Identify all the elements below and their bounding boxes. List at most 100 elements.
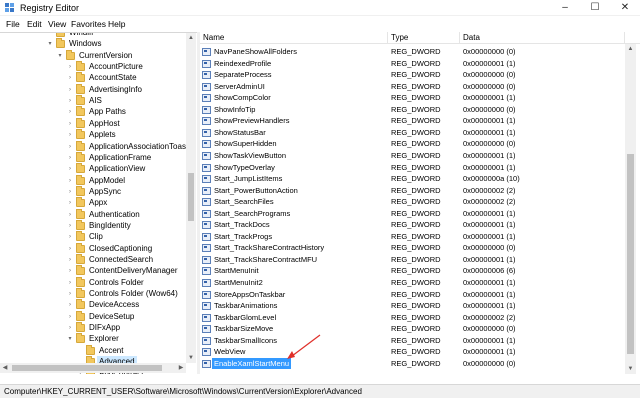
tree-item[interactable]: › ContentDeliveryManager <box>0 265 185 277</box>
chevron-right-icon[interactable]: › <box>66 299 74 311</box>
tree-item[interactable]: › Controls Folder <box>0 276 185 289</box>
tree-item[interactable]: › Authentication <box>0 208 185 221</box>
list-row[interactable]: ShowTypeOverlay REG_DWORD 0x00000001 (1) <box>200 162 625 174</box>
values-list[interactable]: Name Type Data NavPaneShowAllFolders REG_… <box>200 32 640 374</box>
menu-view[interactable]: View <box>48 19 66 29</box>
chevron-right-icon[interactable]: › <box>66 254 74 266</box>
scroll-down-arrow-icon[interactable]: ▼ <box>186 353 196 363</box>
tree-item[interactable]: › AppModel <box>0 174 185 187</box>
chevron-right-icon[interactable]: › <box>66 322 74 334</box>
tree-item[interactable]: ▾ CurrentVersion <box>0 49 185 62</box>
list-row[interactable]: StartMenuInit2 REG_DWORD 0x00000001 (1) <box>200 277 625 289</box>
tree-item[interactable]: › ApplicationFrame <box>0 151 185 164</box>
scroll-up-arrow-icon[interactable]: ▲ <box>186 33 196 43</box>
close-button[interactable]: ✕ <box>610 0 640 16</box>
tree-item[interactable]: › DIFxApp <box>0 322 185 334</box>
menu-edit[interactable]: Edit <box>27 19 42 29</box>
chevron-right-icon[interactable]: › <box>66 152 74 164</box>
chevron-right-icon[interactable]: › <box>66 106 74 118</box>
chevron-right-icon[interactable]: › <box>66 61 74 73</box>
list-scroll-up-arrow-icon[interactable]: ▲ <box>625 44 636 54</box>
chevron-right-icon[interactable]: › <box>66 84 74 96</box>
list-scroll-down-arrow-icon[interactable]: ▼ <box>625 364 636 374</box>
column-header-data[interactable]: Data <box>460 32 625 44</box>
tree-item[interactable]: › Appx <box>0 197 185 209</box>
chevron-right-icon[interactable]: › <box>66 129 74 141</box>
tree-item[interactable]: › AccountState <box>0 72 185 84</box>
minimize-button[interactable]: – <box>550 0 580 16</box>
tree-item[interactable]: › DeviceAccess <box>0 299 185 311</box>
column-header-type[interactable]: Type <box>388 32 460 44</box>
chevron-right-icon[interactable]: › <box>66 163 74 175</box>
chevron-right-icon[interactable]: › <box>66 231 74 243</box>
chevron-down-icon[interactable]: ▾ <box>56 50 64 62</box>
tree-item[interactable]: › Applets <box>0 129 185 141</box>
list-row[interactable]: SeparateProcess REG_DWORD 0x00000000 (0) <box>200 69 625 81</box>
list-vertical-scrollbar[interactable]: ▲ ▼ <box>625 44 636 374</box>
tree-hscroll-thumb[interactable] <box>12 365 162 371</box>
chevron-right-icon[interactable]: › <box>66 186 74 198</box>
list-row[interactable]: TaskbarSmallIcons REG_DWORD 0x00000001 (1) <box>200 335 625 347</box>
chevron-down-icon[interactable]: ▾ <box>46 38 54 50</box>
column-header-name[interactable]: Name <box>200 32 388 44</box>
list-row[interactable]: Start_TrackProgs REG_DWORD 0x00000001 (1) <box>200 231 625 243</box>
tree-item[interactable]: › ApplicationView <box>0 163 185 175</box>
tree-item[interactable]: › AppHost <box>0 117 185 130</box>
chevron-right-icon[interactable]: › <box>66 209 74 221</box>
list-row[interactable]: TaskbarAnimations REG_DWORD 0x00000001 (1) <box>200 300 625 312</box>
list-row[interactable]: ShowTaskViewButton REG_DWORD 0x00000001 (1… <box>200 150 625 162</box>
tree-item[interactable]: › App Paths <box>0 106 185 118</box>
list-row[interactable]: Start_TrackDocs REG_DWORD 0x00000001 (1) <box>200 219 625 231</box>
tree-scroll-thumb[interactable] <box>188 173 194 221</box>
scroll-right-arrow-icon[interactable]: ▶ <box>176 363 186 373</box>
chevron-right-icon[interactable]: › <box>66 311 74 323</box>
tree-item[interactable]: › AIS <box>0 95 185 107</box>
list-row[interactable]: TaskbarSizeMove REG_DWORD 0x00000000 (0) <box>200 323 625 335</box>
tree-item[interactable]: ▾ Windows <box>0 38 185 50</box>
chevron-right-icon[interactable]: › <box>66 265 74 277</box>
menu-help[interactable]: Help <box>108 19 125 29</box>
registry-key-tree[interactable]: Windiff ▾ Windows ▾ CurrentVersion › AccountPi… <box>0 32 197 374</box>
chevron-right-icon[interactable]: › <box>66 175 74 187</box>
list-row[interactable]: EnableXamlStartMenu REG_DWORD 0x00000000 (… <box>200 357 625 370</box>
tree-item[interactable]: › AccountPicture <box>0 61 185 73</box>
list-row[interactable]: Start_PowerButtonAction REG_DWORD 0x000000… <box>200 185 625 197</box>
tree-item[interactable]: Accent <box>0 344 185 357</box>
tree-item[interactable]: › ConnectedSearch <box>0 254 185 266</box>
tree-item[interactable]: › ApplicationAssociationToasts <box>0 140 192 153</box>
list-row[interactable]: ShowStatusBar REG_DWORD 0x00000001 (1) <box>200 127 625 139</box>
tree-item[interactable]: › AppSync <box>0 185 185 198</box>
list-scroll-thumb[interactable] <box>627 154 634 354</box>
tree-item[interactable]: › DeviceSetup <box>0 310 185 323</box>
list-row[interactable]: Start_TrackShareContractHistory REG_DWORD… <box>200 242 625 254</box>
chevron-down-icon[interactable]: ▾ <box>66 333 74 345</box>
list-row[interactable]: ShowCompColor REG_DWORD 0x00000001 (1) <box>200 92 625 104</box>
list-row[interactable]: ReindexedProfile REG_DWORD 0x00000001 (1) <box>200 58 625 70</box>
scroll-left-arrow-icon[interactable]: ◀ <box>0 363 10 373</box>
tree-horizontal-scrollbar[interactable]: ◀ ▶ <box>0 363 186 373</box>
tree-item[interactable]: › Clip <box>0 231 185 243</box>
chevron-right-icon[interactable]: › <box>66 277 74 289</box>
tree-item[interactable]: › BingIdentity <box>0 219 185 232</box>
chevron-right-icon[interactable]: › <box>66 197 74 209</box>
list-row[interactable]: Start_SearchFiles REG_DWORD 0x00000002 (2) <box>200 196 625 208</box>
menu-file[interactable]: File <box>6 19 20 29</box>
chevron-right-icon[interactable]: › <box>66 72 74 84</box>
menu-favorites[interactable]: Favorites <box>71 19 106 29</box>
chevron-right-icon[interactable]: › <box>66 95 74 107</box>
tree-item[interactable]: ▾ Explorer <box>0 333 185 345</box>
chevron-right-icon[interactable]: › <box>66 141 74 153</box>
chevron-right-icon[interactable]: › <box>66 243 74 255</box>
list-row[interactable]: NavPaneShowAllFolders REG_DWORD 0x00000000… <box>200 46 625 58</box>
chevron-right-icon[interactable]: › <box>66 220 74 232</box>
list-row[interactable]: StartMenuInit REG_DWORD 0x00000006 (6) <box>200 265 625 277</box>
list-row[interactable]: Start_JumpListItems REG_DWORD 0x0000000a (… <box>200 173 625 185</box>
list-row[interactable]: ServerAdminUI REG_DWORD 0x00000000 (0) <box>200 81 625 93</box>
chevron-right-icon[interactable]: › <box>66 288 74 300</box>
list-row[interactable]: WebView REG_DWORD 0x00000001 (1) <box>200 346 625 358</box>
tree-item[interactable]: › Controls Folder (Wow64) <box>0 288 185 300</box>
list-row[interactable]: ShowInfoTip REG_DWORD 0x00000000 (0) <box>200 104 625 116</box>
tree-item[interactable]: › ClosedCaptioning <box>0 242 185 255</box>
list-row[interactable]: StoreAppsOnTaskbar REG_DWORD 0x00000001 (1… <box>200 289 625 301</box>
list-row[interactable]: ShowSuperHidden REG_DWORD 0x00000000 (0) <box>200 138 625 150</box>
